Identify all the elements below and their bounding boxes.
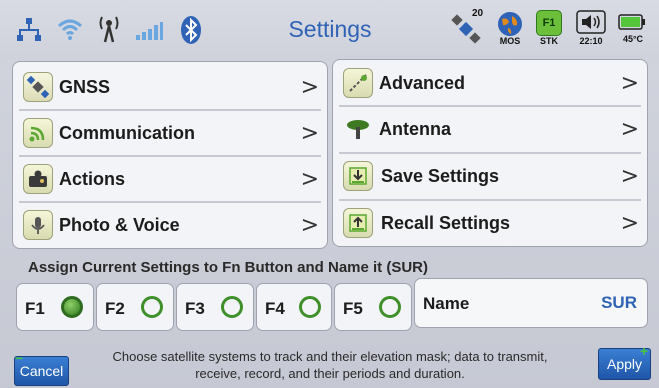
- right-menu-panel: Advanced > Antenna > Save Settings > Rec…: [332, 59, 648, 247]
- stk-badge-text: F1: [542, 17, 556, 29]
- fn-button-label: F5: [343, 299, 363, 318]
- radio-selected-icon: [61, 296, 83, 318]
- assign-fn-label: Assign Current Settings to Fn Button and…: [28, 259, 428, 276]
- page-title: Settings: [288, 16, 372, 42]
- menu-item-actions[interactable]: Actions >: [13, 158, 327, 200]
- divider: [19, 201, 321, 203]
- globe-icon[interactable]: [496, 10, 524, 38]
- speaker-icon[interactable]: [576, 10, 606, 34]
- radio-antenna-icon[interactable]: [98, 14, 120, 44]
- fn-button-f3[interactable]: F3: [176, 283, 254, 331]
- menu-item-label: Communication: [59, 122, 196, 143]
- save-icon: [343, 161, 373, 191]
- help-text: Choose satellite systems to track and th…: [112, 349, 548, 381]
- minus-icon: −: [15, 350, 24, 366]
- menu-item-communication[interactable]: Communication >: [13, 112, 327, 154]
- chevron-right-icon: >: [300, 74, 319, 100]
- chevron-right-icon: >: [620, 116, 639, 142]
- chevron-right-icon: >: [620, 70, 639, 96]
- cellular-signal-icon[interactable]: [134, 20, 164, 42]
- satellite-count: 20: [472, 8, 484, 19]
- cancel-button-label: Cancel: [19, 363, 64, 379]
- fn-button-f4[interactable]: F4: [256, 283, 332, 331]
- radio-unselected-icon: [379, 296, 401, 318]
- signal-icon: [23, 118, 53, 148]
- battery-icon[interactable]: [618, 14, 646, 30]
- chevron-right-icon: >: [620, 163, 639, 189]
- fn-button-label: F1: [25, 299, 45, 318]
- menu-item-recall-settings[interactable]: Recall Settings >: [333, 202, 647, 244]
- chevron-right-icon: >: [620, 210, 639, 236]
- fn-button-f1[interactable]: F1: [16, 283, 94, 331]
- temperature: 45°C: [622, 34, 644, 44]
- stk-badge-icon[interactable]: F1: [536, 10, 562, 36]
- plus-icon: +: [640, 343, 649, 359]
- divider: [19, 155, 321, 157]
- fn-button-label: F2: [105, 299, 125, 318]
- left-menu-panel: GNSS > Communication > Actions > Photo &…: [12, 61, 328, 249]
- menu-item-photo-voice[interactable]: Photo & Voice >: [13, 204, 327, 246]
- fn-button-f2[interactable]: F2: [96, 283, 174, 331]
- radio-unselected-icon: [221, 296, 243, 318]
- divider: [19, 109, 321, 111]
- menu-item-label: Antenna: [379, 118, 451, 139]
- microphone-icon: [23, 210, 53, 240]
- status-bar: Settings 20 MOS F1 STK 22:10 45°C: [0, 0, 659, 60]
- menu-item-antenna[interactable]: Antenna >: [333, 108, 647, 150]
- menu-item-label: Advanced: [379, 72, 466, 93]
- menu-item-advanced[interactable]: Advanced >: [333, 62, 647, 104]
- divider: [339, 105, 641, 107]
- menu-item-label: Actions: [59, 168, 126, 189]
- antenna-icon: [343, 114, 373, 144]
- satellite-icon: [23, 72, 53, 102]
- chevron-right-icon: >: [300, 212, 319, 238]
- name-field[interactable]: Name SUR: [414, 278, 648, 328]
- menu-item-label: Save Settings: [381, 165, 500, 186]
- chevron-right-icon: >: [300, 166, 319, 192]
- bluetooth-icon[interactable]: [180, 15, 202, 45]
- mos-label: MOS: [499, 36, 521, 46]
- actions-icon: [23, 164, 53, 194]
- name-field-label: Name: [423, 294, 470, 313]
- fn-button-label: F4: [265, 299, 285, 318]
- name-field-value: SUR: [601, 293, 637, 312]
- menu-item-label: GNSS: [59, 76, 111, 97]
- menu-item-label: Recall Settings: [381, 212, 511, 233]
- chevron-right-icon: >: [300, 120, 319, 146]
- recall-icon: [343, 208, 373, 238]
- menu-item-label: Photo & Voice: [59, 214, 180, 235]
- menu-item-gnss[interactable]: GNSS >: [13, 66, 327, 108]
- apply-button-label: Apply: [606, 356, 643, 372]
- fn-button-label: F3: [185, 299, 205, 318]
- divider: [339, 199, 641, 201]
- network-icon[interactable]: [14, 17, 44, 43]
- menu-item-save-settings[interactable]: Save Settings >: [333, 155, 647, 197]
- radio-unselected-icon: [141, 296, 163, 318]
- divider: [339, 152, 641, 154]
- clock: 22:10: [579, 36, 603, 46]
- advanced-icon: [343, 68, 373, 98]
- wifi-icon[interactable]: [56, 15, 84, 43]
- stk-label: STK: [540, 36, 558, 46]
- fn-button-f5[interactable]: F5: [334, 283, 412, 331]
- radio-unselected-icon: [299, 296, 321, 318]
- settings-screen: Settings 20 MOS F1 STK 22:10 45°C GNSS >…: [0, 0, 659, 388]
